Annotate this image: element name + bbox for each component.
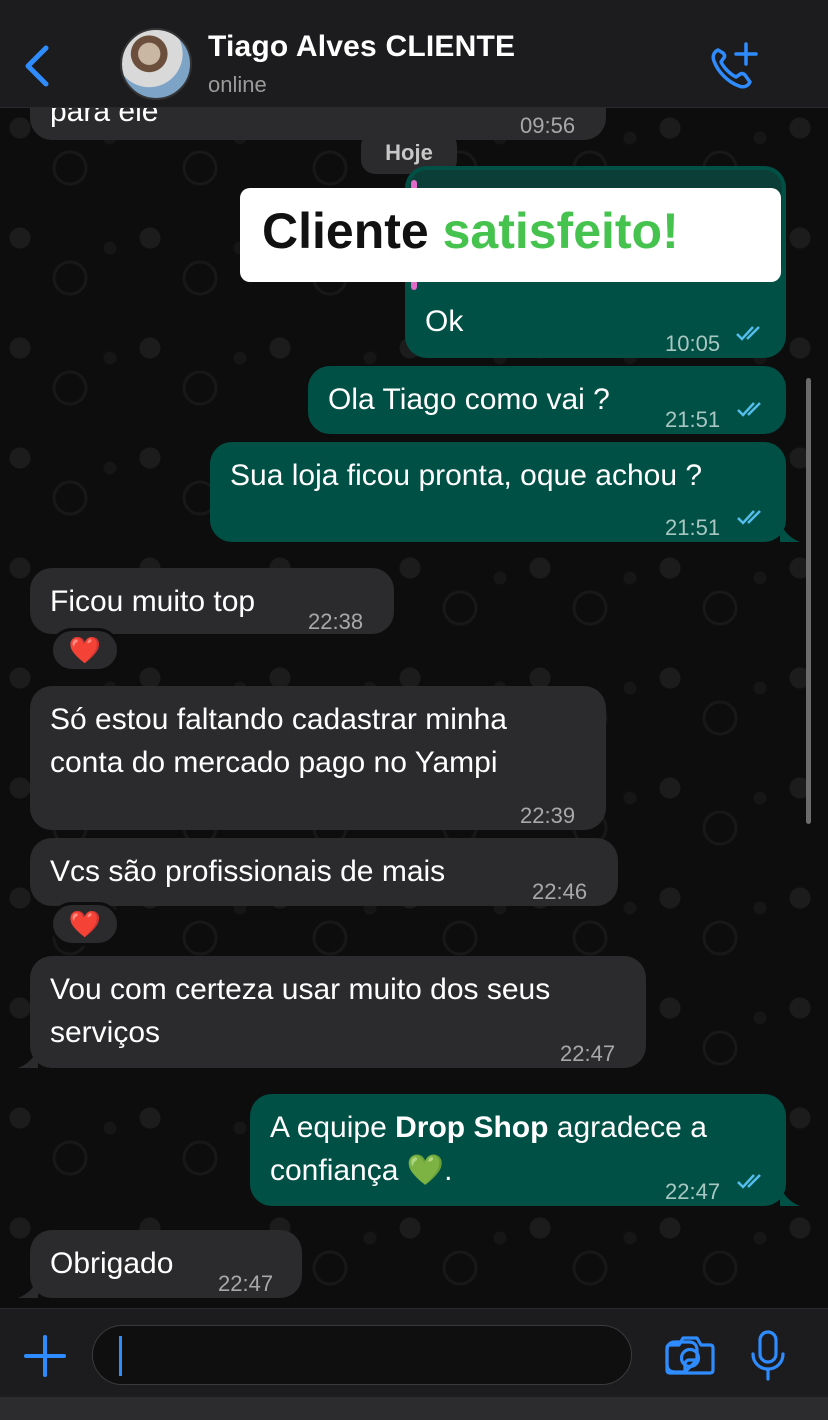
- message-time: 22:39: [520, 803, 576, 828]
- read-ticks-icon: [737, 402, 761, 417]
- chat-header: Tiago Alves CLIENTE online: [0, 0, 828, 108]
- banner-text-part1: Cliente: [262, 203, 443, 259]
- message-time: 21:51: [665, 407, 721, 432]
- contact-name[interactable]: Tiago Alves CLIENTE: [208, 30, 515, 64]
- contact-status: online: [208, 72, 267, 97]
- banner-text-highlight: satisfeito!: [442, 203, 679, 259]
- green-heart-icon: 💚: [406, 1154, 445, 1187]
- message-incoming[interactable]: Vcs são profissionais de mais 22:46: [30, 838, 618, 906]
- bubble-tail: [780, 1186, 800, 1206]
- composer-bar: [0, 1308, 828, 1420]
- heart-reaction[interactable]: ❤️: [50, 628, 120, 672]
- message-time: 21:51: [665, 515, 721, 540]
- message-time: 22:47: [218, 1271, 274, 1296]
- bubble-tail: [18, 1278, 38, 1298]
- read-ticks-icon: [737, 1174, 761, 1189]
- bubble-tail: [780, 522, 800, 542]
- message-text-line2: conta do mercado pago no Yampi: [50, 746, 498, 779]
- message-time: 22:47: [560, 1041, 616, 1066]
- back-chevron-icon[interactable]: [18, 42, 58, 90]
- message-incoming[interactable]: Obrigado 22:47: [30, 1230, 302, 1298]
- message-outgoing[interactable]: A equipe Drop Shop agradece a confiança …: [250, 1094, 786, 1206]
- message-time: 10:05: [665, 331, 721, 356]
- message-time: 09:56: [520, 113, 576, 138]
- message-text-pre: A equipe: [270, 1111, 396, 1144]
- banner-text: Cliente satisfeito!: [262, 202, 679, 260]
- message-outgoing[interactable]: Sua loja ficou pronta, oque achou ? 21:5…: [210, 442, 786, 542]
- contact-avatar[interactable]: [120, 28, 192, 100]
- message-text: Obrigado: [50, 1247, 174, 1280]
- promo-banner: Cliente satisfeito!: [240, 188, 781, 282]
- message-text-line2: confiança 💚.: [270, 1149, 452, 1192]
- message-text: Ola Tiago como vai ?: [328, 383, 610, 416]
- message-text-line1: Vou com certeza usar muito dos seus: [50, 973, 551, 1006]
- bottom-safe-area: [0, 1397, 828, 1420]
- message-text-line2-start: confiança: [270, 1154, 407, 1187]
- message-text: Ficou muito top: [50, 585, 256, 618]
- plus-icon[interactable]: [22, 1333, 68, 1379]
- message-incoming[interactable]: Vou com certeza usar muito dos seus serv…: [30, 956, 646, 1068]
- message-input[interactable]: [92, 1325, 699, 1385]
- chat-area[interactable]: para ele 09:56 Hoje Ok 10:05 Cliente sat…: [0, 108, 828, 1308]
- message-text-line1: Só estou faltando cadastrar minha: [50, 703, 507, 736]
- message-time: 22:47: [665, 1179, 721, 1204]
- message-text: Ok: [425, 305, 464, 338]
- read-ticks-icon: [737, 510, 761, 525]
- message-text-line1: A equipe Drop Shop agradece a: [270, 1106, 707, 1149]
- message-incoming[interactable]: para ele 09:56: [30, 108, 606, 140]
- message-text: Vcs são profissionais de mais: [50, 855, 446, 888]
- add-call-icon[interactable]: [708, 40, 764, 90]
- scrollbar[interactable]: [806, 378, 811, 824]
- message-outgoing[interactable]: Ola Tiago como vai ? 21:51: [308, 366, 786, 434]
- read-ticks-icon: [736, 326, 760, 341]
- text-caret: [119, 1336, 122, 1376]
- message-incoming[interactable]: Ficou muito top 22:38: [30, 568, 394, 634]
- brand-name: Drop Shop: [395, 1111, 549, 1144]
- message-text-line2: serviços: [50, 1016, 161, 1049]
- bubble-tail: [18, 1048, 38, 1068]
- message-text: para ele: [50, 108, 159, 128]
- message-time: 22:38: [308, 609, 364, 634]
- message-text: Sua loja ficou pronta, oque achou ?: [230, 459, 703, 492]
- message-incoming[interactable]: Só estou faltando cadastrar minha conta …: [30, 686, 606, 830]
- heart-reaction[interactable]: ❤️: [50, 902, 120, 946]
- message-text-line2-end: .: [444, 1154, 453, 1187]
- microphone-icon[interactable]: [748, 1329, 788, 1383]
- message-text-post: agradece a: [548, 1111, 707, 1144]
- message-time: 22:46: [532, 879, 588, 904]
- camera-icon[interactable]: [664, 1333, 716, 1377]
